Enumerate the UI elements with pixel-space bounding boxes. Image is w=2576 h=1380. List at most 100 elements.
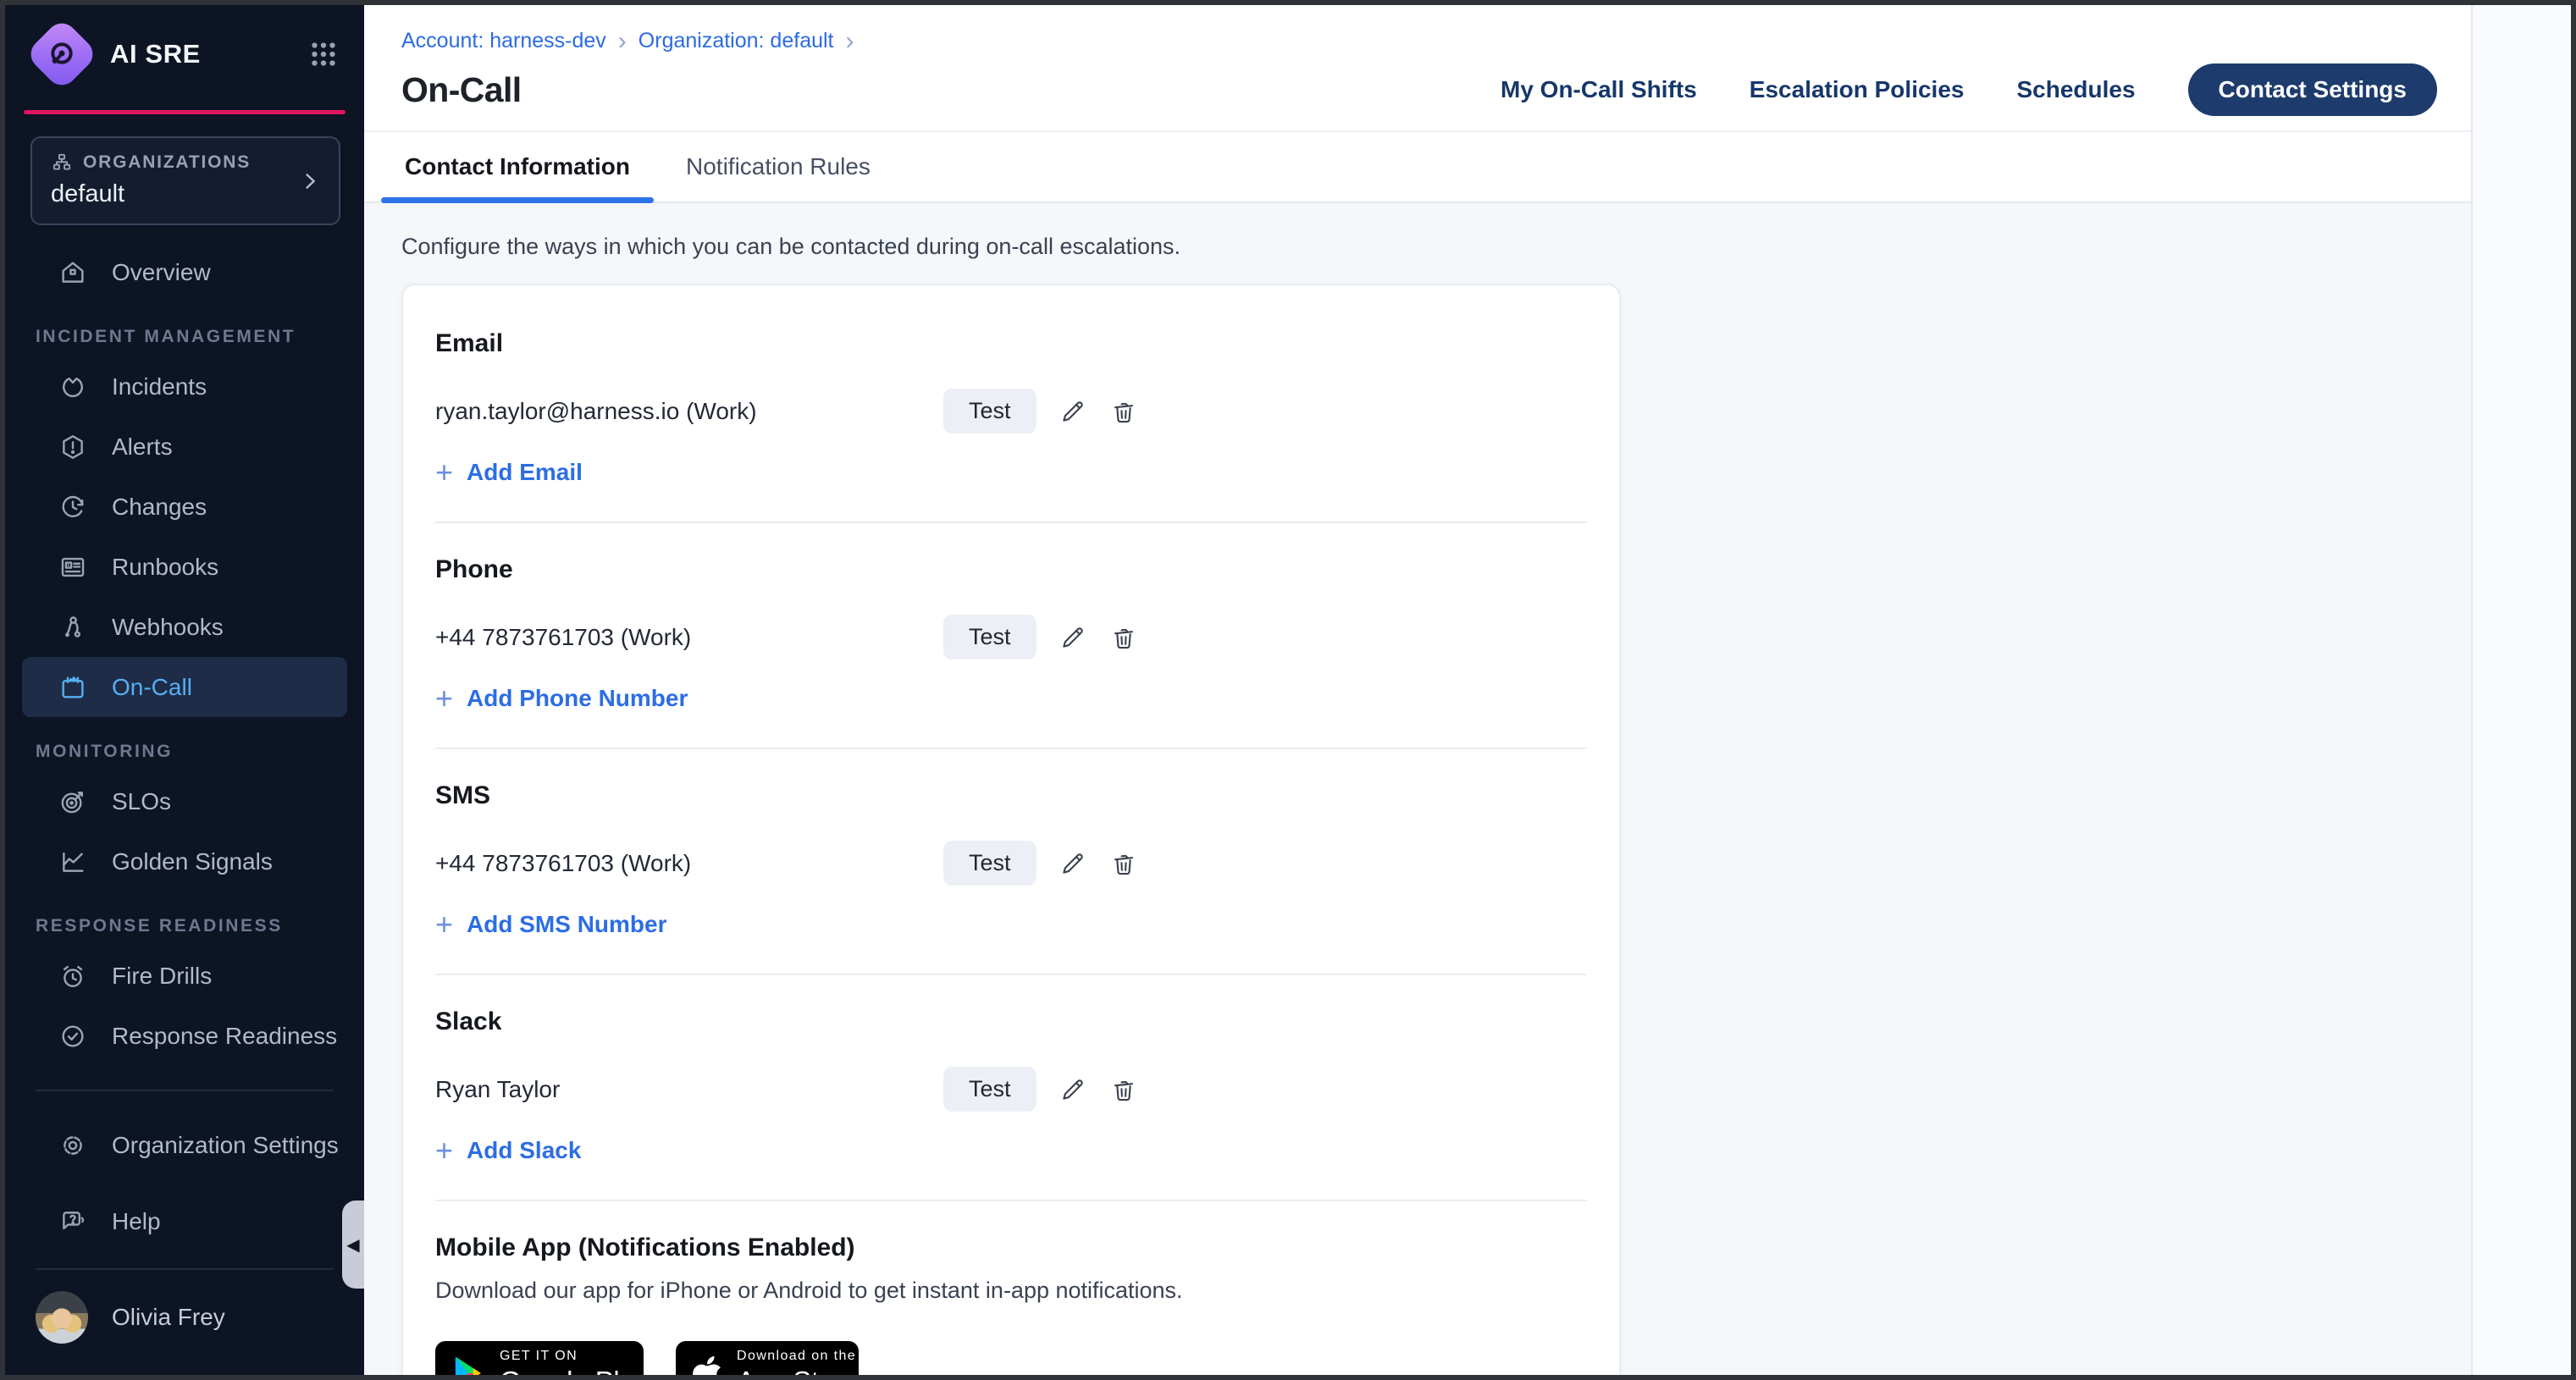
oncall-calendar-icon [58,672,88,703]
nav-schedules[interactable]: Schedules [2016,76,2135,103]
check-circle-icon [58,1021,88,1052]
section-divider [435,974,1587,975]
section-title: Email [435,329,1587,358]
test-button[interactable]: Test [943,1067,1036,1112]
help-chat-icon [58,1206,88,1237]
badge-bottom-text: Google Play [500,1366,648,1375]
google-play-badge[interactable]: GET IT ON Google Play [435,1341,644,1375]
tab-notification-rules[interactable]: Notification Rules [683,132,874,201]
sidebar-item-fire-drills[interactable]: Fire Drills [22,946,347,1006]
oncall-top-nav: My On-Call Shifts Escalation Policies Sc… [1501,63,2437,116]
phone-value: +44 7873761703 (Work) [435,624,943,651]
nav-my-oncall-shifts[interactable]: My On-Call Shifts [1501,76,1697,103]
sidebar-group-response-readiness: RESPONSE READINESS [5,891,364,946]
contact-row: Ryan Taylor Test [435,1067,1587,1112]
sidebar-item-runbooks[interactable]: Runbooks [22,537,347,597]
edit-pencil-icon[interactable] [1059,849,1087,878]
badge-bottom-text: App Store [737,1366,858,1375]
add-phone-link[interactable]: + Add Phone Number [435,685,1587,712]
alert-hexagon-icon [58,432,88,462]
edit-pencil-icon[interactable] [1059,397,1087,426]
plus-icon: + [435,1138,453,1163]
phone-section: Phone +44 7873761703 (Work) Test [435,555,1587,712]
sms-value: +44 7873761703 (Work) [435,850,943,877]
organization-switcher[interactable]: ORGANIZATIONS default [30,136,340,225]
add-sms-link[interactable]: + Add SMS Number [435,911,1587,938]
nav-contact-settings[interactable]: Contact Settings [2188,63,2437,116]
edit-pencil-icon[interactable] [1059,1075,1087,1104]
sidebar-item-label: Response Readiness [112,1023,337,1050]
edit-pencil-icon[interactable] [1059,623,1087,652]
sidebar-item-label: Help [112,1208,161,1235]
incident-siren-icon [58,372,88,402]
sidebar-item-label: Alerts [112,433,173,461]
sidebar-nav: Overview INCIDENT MANAGEMENT Incidents [5,242,364,1375]
delete-trash-icon[interactable] [1109,849,1138,878]
alarm-clock-icon [58,961,88,991]
sidebar-item-label: Runbooks [112,554,218,581]
section-title: SMS [435,781,1587,810]
add-email-link[interactable]: + Add Email [435,459,1587,486]
sidebar-item-response-readiness[interactable]: Response Readiness [22,1006,347,1066]
sidebar-divider [36,1090,334,1091]
avatar [36,1291,88,1344]
delete-trash-icon[interactable] [1109,623,1138,652]
plus-icon: + [435,686,453,711]
contact-row: +44 7873761703 (Work) Test [435,615,1587,660]
content-area: Configure the ways in which you can be c… [364,203,2471,1375]
sidebar-item-oncall[interactable]: On-Call [22,657,347,717]
breadcrumb: Account: harness-dev › Organization: def… [401,5,2437,53]
contact-row: ryan.taylor@harness.io (Work) Test [435,389,1587,433]
sidebar-item-changes[interactable]: Changes [22,477,347,537]
app-store-badge[interactable]: Download on the App Store [676,1341,859,1375]
tab-contact-information[interactable]: Contact Information [401,132,633,201]
delete-trash-icon[interactable] [1109,397,1138,426]
line-chart-icon [58,847,88,877]
sidebar-item-label: On-Call [112,674,192,701]
sidebar-item-label: Overview [112,259,211,286]
brand-name: AI SRE [110,39,201,69]
sidebar-item-label: Incidents [112,373,207,400]
sidebar-item-webhooks[interactable]: Webhooks [22,597,347,657]
badge-top-text: Download on the [737,1349,858,1364]
sidebar-item-incidents[interactable]: Incidents [22,356,347,417]
page-title: On-Call [401,70,522,110]
add-slack-link[interactable]: + Add Slack [435,1137,1587,1164]
apps-grid-icon[interactable] [308,39,339,69]
section-divider [435,522,1587,523]
google-play-icon [452,1355,486,1375]
section-title: Phone [435,555,1587,584]
test-button[interactable]: Test [943,615,1036,660]
breadcrumb-account[interactable]: Account: harness-dev [401,29,606,53]
plus-icon: + [435,912,453,937]
apple-icon [691,1354,723,1375]
delete-trash-icon[interactable] [1109,1075,1138,1104]
sidebar-divider [36,1268,334,1270]
user-menu[interactable]: Olivia Frey [22,1282,347,1353]
test-button[interactable]: Test [943,389,1036,433]
nav-escalation-policies[interactable]: Escalation Policies [1750,76,1965,103]
gear-icon [58,1130,88,1161]
main-area: Account: harness-dev › Organization: def… [364,5,2471,1375]
sidebar-item-overview[interactable]: Overview [22,242,347,302]
breadcrumb-organization[interactable]: Organization: default [638,29,834,53]
sidebar-item-help[interactable]: Help [22,1191,347,1251]
sidebar-item-label: Golden Signals [112,848,273,875]
contact-row: +44 7873761703 (Work) Test [435,841,1587,886]
sidebar-collapse-handle[interactable]: ◀ [342,1201,364,1289]
sidebar-item-golden-signals[interactable]: Golden Signals [22,831,347,891]
sidebar-item-label: Fire Drills [112,963,212,990]
sidebar-item-label: Organization Settings [112,1132,339,1159]
test-button[interactable]: Test [943,841,1036,886]
email-section: Email ryan.taylor@harness.io (Work) Test [435,329,1587,486]
sidebar-item-alerts[interactable]: Alerts [22,417,347,477]
app-window: AI SRE ORGA [0,0,2576,1380]
sidebar-item-label: Changes [112,494,207,521]
contact-methods-card: Email ryan.taylor@harness.io (Work) Test [401,284,1621,1375]
sidebar-item-slos[interactable]: SLOs [22,771,347,831]
brand-row: AI SRE [36,27,339,81]
collapse-arrow-icon: ◀ [346,1234,359,1256]
sidebar-item-organization-settings[interactable]: Organization Settings [22,1115,347,1175]
target-icon [58,787,88,817]
chevron-right-icon [298,169,322,193]
